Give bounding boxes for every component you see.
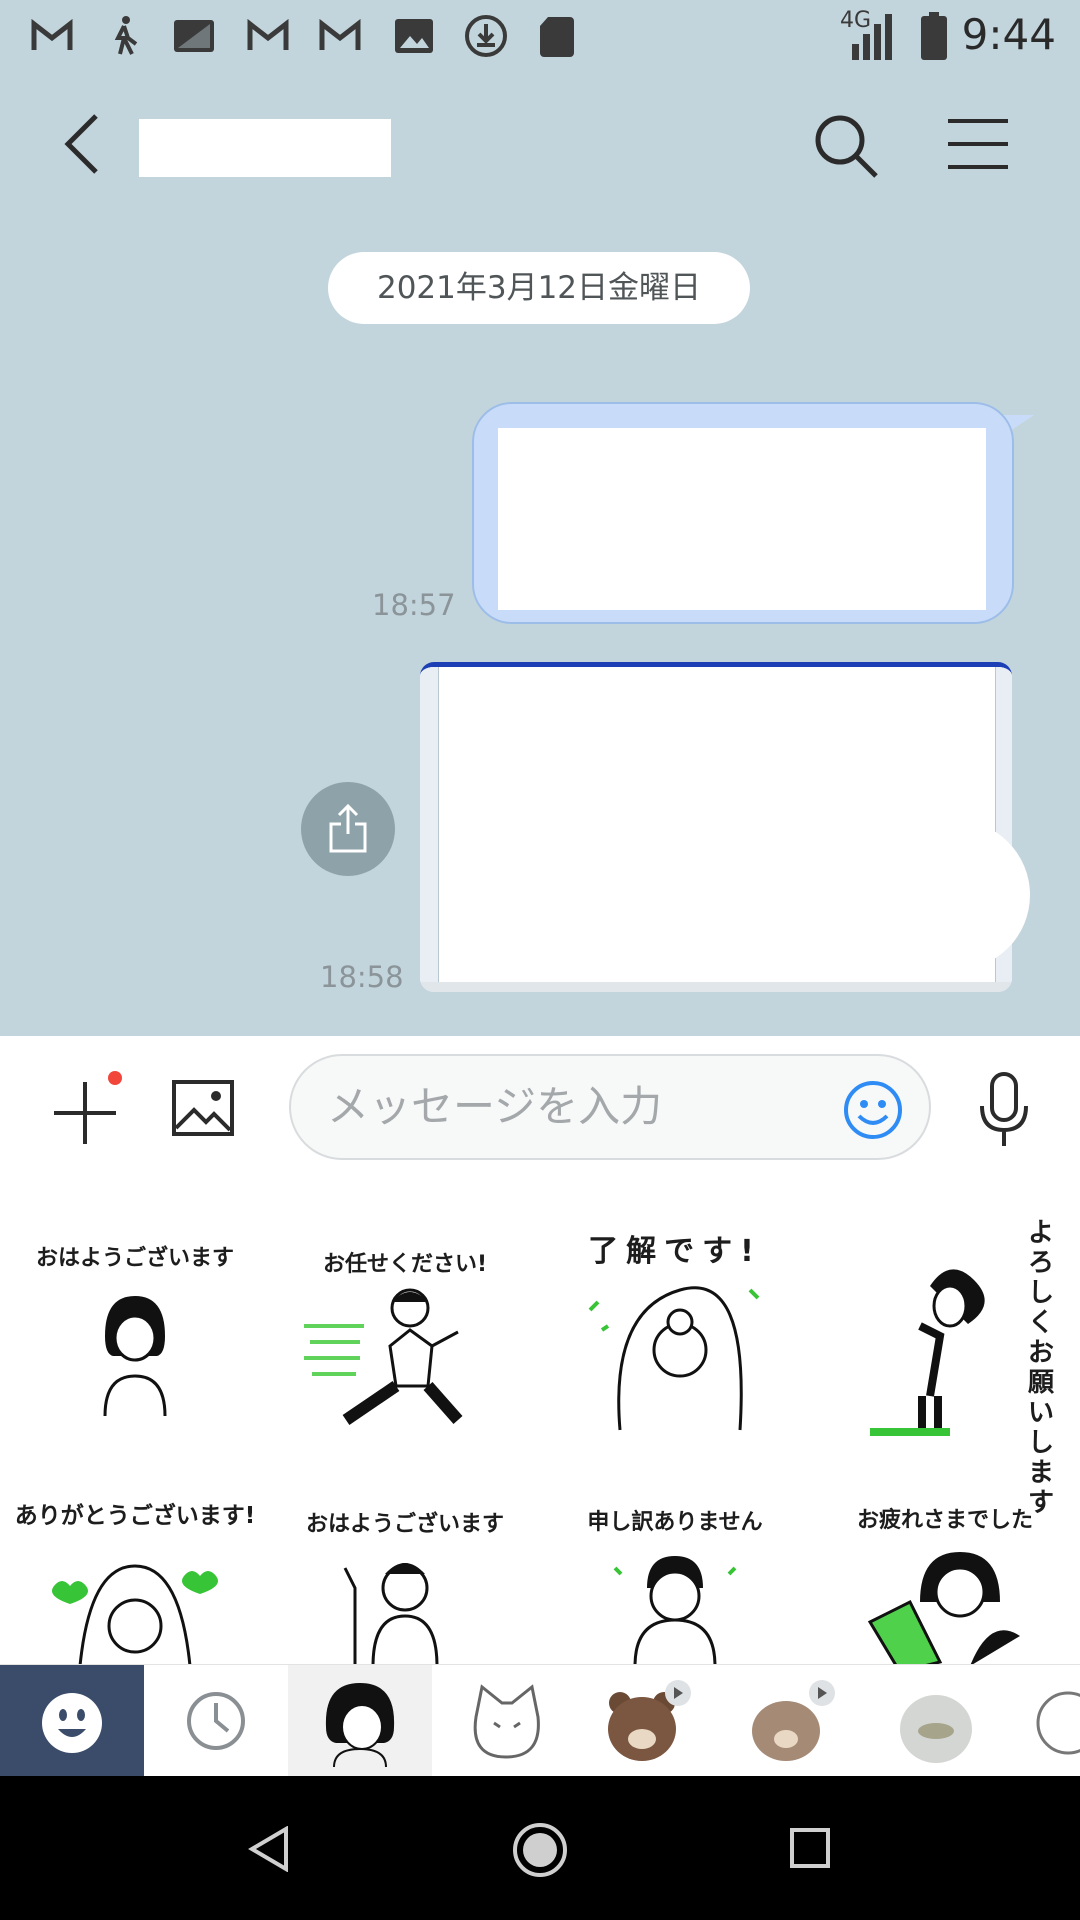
sticker-text: よろしくお願いします (1028, 1218, 1055, 1518)
sticker-illustration (103, 1296, 167, 1416)
chat-title (139, 119, 391, 177)
nav-home-icon[interactable] (512, 1822, 568, 1878)
message-input[interactable]: メッセージを入力 (289, 1054, 931, 1160)
sticker-text: おはようございます (305, 1512, 504, 1537)
message-timestamp: 18:57 (372, 588, 456, 622)
sticker-thumbnail (1036, 1691, 1080, 1755)
signal-icon (852, 14, 892, 60)
sticker-thumbnail (900, 1695, 972, 1763)
sticker-item[interactable]: よろしくお願いします (810, 1206, 1080, 1518)
android-nav-bar (0, 1776, 1080, 1920)
sticker-panel: おはようございます お任せください! 了解です! よろしくお願いします ありがと… (0, 1186, 1080, 1664)
sally-duck-tab[interactable] (864, 1665, 1008, 1777)
sdcard-icon (540, 17, 574, 57)
status-bar: 4G 9:44 (0, 0, 1080, 72)
plus-icon[interactable] (50, 1078, 120, 1148)
gmail-icon (31, 18, 73, 50)
clock-icon (187, 1692, 245, 1750)
smiley-icon (42, 1693, 102, 1753)
notification-dot (108, 1071, 122, 1085)
cat-sticker-tab[interactable] (432, 1665, 576, 1777)
battery-icon (921, 12, 947, 60)
sticker-text: ありがとうございます! (14, 1503, 256, 1529)
message-timestamp: 18:58 (320, 960, 404, 994)
sticker-item[interactable]: 申し訳ありません (540, 1476, 810, 1664)
brown-cony-tab[interactable] (720, 1665, 864, 1777)
image-icon (395, 19, 433, 53)
sticker-text: お疲れさまでした (856, 1508, 1033, 1533)
gmail-icon (247, 18, 289, 50)
sticker-illustration (588, 1286, 760, 1431)
image-edge (420, 667, 439, 992)
share-button[interactable] (301, 782, 395, 876)
menu-icon[interactable] (946, 118, 1010, 170)
sticker-text: 了解です! (588, 1234, 762, 1269)
back-icon[interactable] (62, 112, 102, 176)
gmail-icon (319, 18, 361, 50)
sticker-item[interactable]: おはようございます (270, 1476, 540, 1664)
sticker-text: 申し訳ありません (587, 1510, 763, 1535)
sticker-item[interactable]: お疲れさまでした (810, 1476, 1080, 1664)
share-icon (329, 803, 367, 853)
sticker-illustration (343, 1563, 439, 1664)
sticker-tab-bar (0, 1664, 1080, 1777)
sticker-illustration (613, 1556, 737, 1664)
sticker-thumbnail (325, 1683, 395, 1767)
recent-tab[interactable] (144, 1665, 288, 1777)
walk-icon (114, 16, 138, 55)
sent-image-message[interactable] (420, 662, 1012, 992)
sticker-illustration (52, 1564, 218, 1664)
sticker-item[interactable]: ありがとうございます! (0, 1476, 270, 1664)
sticker-illustration (870, 1269, 985, 1436)
chat-header (0, 72, 1080, 222)
emoji-tab[interactable] (0, 1665, 144, 1777)
download-icon (465, 15, 507, 57)
clock: 9:44 (961, 10, 1056, 59)
date-separator: 2021年3月12日金曜日 (328, 252, 750, 324)
nav-recents-icon[interactable] (789, 1827, 831, 1869)
women-sticker-tab[interactable] (288, 1665, 432, 1777)
sticker-thumbnail (473, 1684, 540, 1759)
mic-icon[interactable] (978, 1072, 1030, 1148)
sticker-illustration (304, 1288, 463, 1425)
photo-icon[interactable] (172, 1080, 234, 1136)
sticker-item[interactable]: お任せください! (270, 1206, 540, 1456)
sticker-illustration (867, 1552, 1020, 1664)
sticker-item[interactable]: おはようございます (0, 1206, 270, 1456)
image-edge (420, 982, 1012, 992)
image-overlay (946, 820, 1030, 970)
more-tab[interactable] (1008, 1665, 1080, 1777)
sent-text-bubble[interactable] (472, 402, 1014, 624)
screenshot-icon (174, 20, 214, 52)
sticker-item[interactable]: 了解です! (540, 1206, 810, 1456)
sticker-thumbnail (752, 1680, 835, 1761)
brown-bear-tab[interactable] (576, 1665, 720, 1777)
search-icon[interactable] (812, 112, 880, 180)
emoji-icon[interactable] (843, 1080, 903, 1140)
sticker-text: お任せください! (322, 1252, 488, 1277)
sticker-thumbnail (608, 1680, 691, 1761)
sticker-text: おはようございます (35, 1246, 234, 1271)
nav-back-icon[interactable] (248, 1826, 290, 1872)
message-input-bar: メッセージを入力 (0, 1036, 1080, 1186)
message-content (498, 428, 986, 610)
